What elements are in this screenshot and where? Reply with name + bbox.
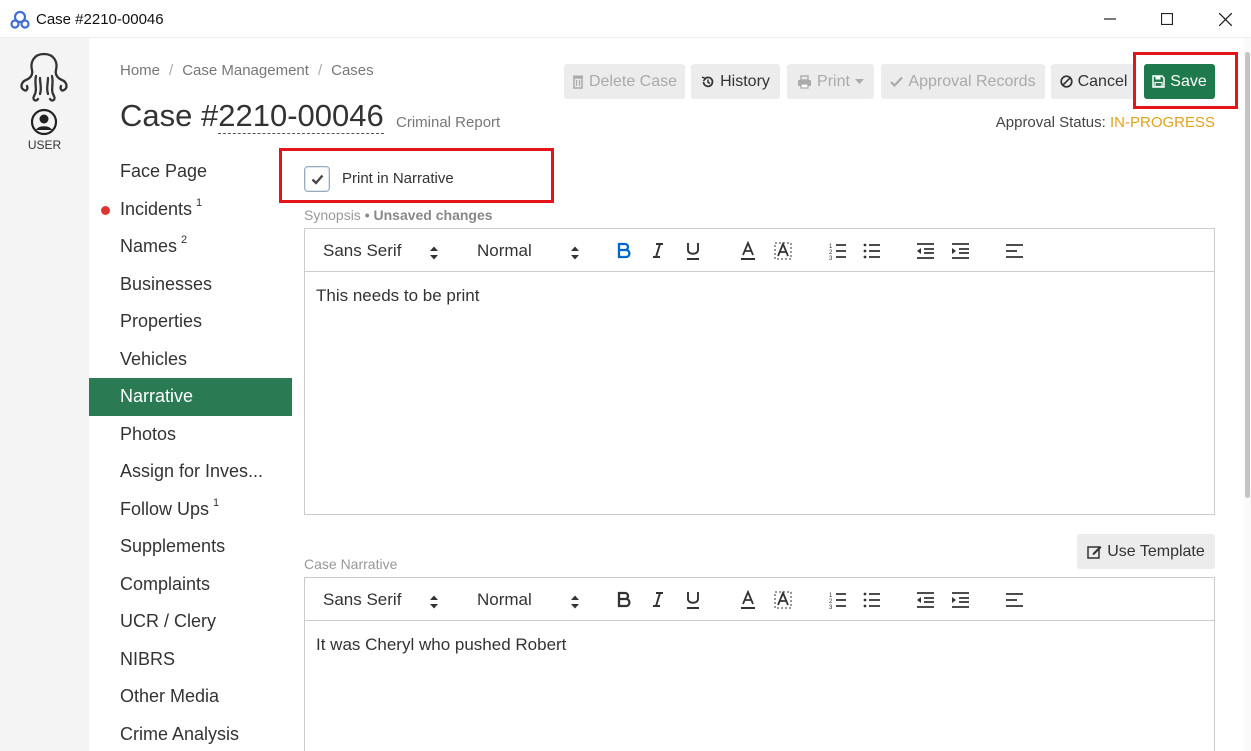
use-template-button[interactable]: Use Template — [1077, 534, 1215, 569]
bullet-list-icon[interactable] — [863, 590, 881, 610]
check-icon — [890, 76, 904, 87]
case-narrative-editor-toolbar: Sans Serif Normal 123 — [305, 578, 1214, 621]
indent-icon[interactable] — [951, 241, 970, 261]
case-narrative-text-area[interactable]: It was Cheryl who pushed Robert — [305, 621, 1214, 669]
approval-status: Approval Status: IN-PROGRESS — [995, 114, 1215, 131]
window-titlebar: Case #2210-00046 — [0, 0, 1251, 38]
nav-badge: 2 — [181, 234, 188, 246]
nav-other-media[interactable]: Other Media — [89, 678, 292, 716]
breadcrumb: Home / Case Management / Cases — [120, 62, 374, 79]
close-icon — [1218, 12, 1232, 26]
case-number[interactable]: 2210-00046 — [218, 98, 384, 134]
nav-nibrs[interactable]: NIBRS — [89, 641, 292, 679]
nav-face-page[interactable]: Face Page — [89, 153, 292, 191]
caret-down-icon — [854, 78, 864, 84]
checkbox-highlight-box — [279, 148, 554, 203]
italic-icon[interactable] — [651, 241, 665, 261]
approval-records-button[interactable]: Approval Records — [881, 64, 1045, 99]
svg-text:3: 3 — [829, 605, 833, 610]
breadcrumb-home[interactable]: Home — [120, 62, 160, 79]
select-arrows-icon — [571, 595, 579, 609]
alert-dot-icon — [101, 205, 110, 215]
user-avatar-icon[interactable] — [30, 108, 58, 136]
underline-icon[interactable] — [685, 241, 701, 261]
font-size-select[interactable]: Normal — [477, 241, 532, 261]
approval-status-value: IN-PROGRESS — [1109, 114, 1215, 131]
window-title: Case #2210-00046 — [36, 11, 164, 28]
page-scrollbar-thumb[interactable] — [1245, 52, 1250, 498]
nav-businesses[interactable]: Businesses — [89, 266, 292, 304]
breadcrumb-cases[interactable]: Cases — [331, 62, 374, 79]
select-arrows-icon — [571, 246, 579, 260]
octopus-logo-icon[interactable] — [18, 50, 70, 106]
font-family-select[interactable]: Sans Serif — [323, 590, 401, 610]
nav-crime-analysis[interactable]: Crime Analysis — [89, 716, 292, 751]
breadcrumb-case-management[interactable]: Case Management — [182, 62, 309, 79]
unsaved-changes-indicator: • Unsaved changes — [364, 207, 493, 223]
nav-assign-for-investigation[interactable]: Assign for Inves... — [89, 453, 292, 491]
underline-icon[interactable] — [685, 590, 701, 610]
text-color-icon[interactable] — [739, 590, 757, 610]
synopsis-editor: Sans Serif Normal 123 This needs to be p… — [304, 228, 1215, 515]
history-button[interactable]: History — [691, 64, 780, 99]
cancel-button[interactable]: Cancel — [1051, 64, 1136, 99]
nav-supplements[interactable]: Supplements — [89, 528, 292, 566]
maximize-icon — [1161, 13, 1173, 25]
outdent-icon[interactable] — [916, 590, 935, 610]
nav-complaints[interactable]: Complaints — [89, 566, 292, 604]
bullet-list-icon[interactable] — [863, 241, 881, 261]
nav-names[interactable]: Names 2 — [89, 228, 292, 266]
case-narrative-label: Case Narrative — [304, 556, 398, 572]
select-arrows-icon — [430, 595, 438, 609]
outdent-icon[interactable] — [916, 241, 935, 261]
close-window-button[interactable] — [1210, 8, 1240, 30]
edit-icon — [1087, 545, 1102, 559]
synopsis-label: Synopsis • Unsaved changes — [304, 207, 493, 223]
case-type: Criminal Report — [396, 114, 501, 131]
save-highlight-box — [1133, 52, 1238, 109]
synopsis-text-area[interactable]: This needs to be print — [305, 272, 1214, 320]
nav-badge: 1 — [213, 496, 220, 509]
trash-icon — [572, 75, 583, 89]
svg-text:3: 3 — [829, 256, 833, 261]
synopsis-editor-toolbar: Sans Serif Normal 123 — [305, 229, 1214, 272]
ordered-list-icon[interactable]: 123 — [829, 590, 847, 610]
app-rail: USER — [0, 38, 89, 751]
bold-icon[interactable] — [616, 241, 632, 261]
case-prefix: Case # — [120, 98, 219, 133]
italic-icon[interactable] — [651, 590, 665, 610]
maximize-button[interactable] — [1152, 8, 1182, 30]
bold-icon[interactable] — [616, 590, 632, 610]
align-left-icon[interactable] — [1005, 590, 1024, 610]
app-logo-icon — [10, 10, 30, 29]
printer-icon — [798, 74, 812, 89]
nav-ucr-clery[interactable]: UCR / Clery — [89, 603, 292, 641]
minimize-icon — [1104, 18, 1116, 20]
page-title: Case #2210-00046 — [120, 98, 384, 134]
print-dropdown-button[interactable]: Print — [787, 64, 874, 99]
background-color-icon[interactable] — [774, 590, 792, 610]
text-color-icon[interactable] — [739, 241, 757, 261]
select-arrows-icon — [430, 246, 438, 260]
history-icon — [701, 75, 714, 87]
minimize-button[interactable] — [1095, 8, 1125, 30]
font-family-select[interactable]: Sans Serif — [323, 241, 401, 261]
nav-narrative[interactable]: Narrative — [89, 378, 292, 416]
nav-badge: 1 — [196, 196, 203, 209]
nav-photos[interactable]: Photos — [89, 416, 292, 454]
align-left-icon[interactable] — [1005, 241, 1024, 261]
ban-icon — [1059, 75, 1073, 88]
nav-vehicles[interactable]: Vehicles — [89, 341, 292, 379]
section-nav: Face Page Incidents 1 Names 2 Businesses P… — [89, 153, 292, 751]
background-color-icon[interactable] — [774, 241, 792, 261]
delete-case-button[interactable]: Delete Case — [564, 64, 685, 99]
case-narrative-editor: Sans Serif Normal 123 It was Cheryl who … — [304, 577, 1215, 751]
nav-properties[interactable]: Properties — [89, 303, 292, 341]
nav-incidents[interactable]: Incidents 1 — [89, 191, 292, 229]
user-label[interactable]: USER — [0, 138, 89, 152]
nav-follow-ups[interactable]: Follow Ups 1 — [89, 491, 292, 529]
indent-icon[interactable] — [951, 590, 970, 610]
ordered-list-icon[interactable]: 123 — [829, 241, 847, 261]
font-size-select[interactable]: Normal — [477, 590, 532, 610]
